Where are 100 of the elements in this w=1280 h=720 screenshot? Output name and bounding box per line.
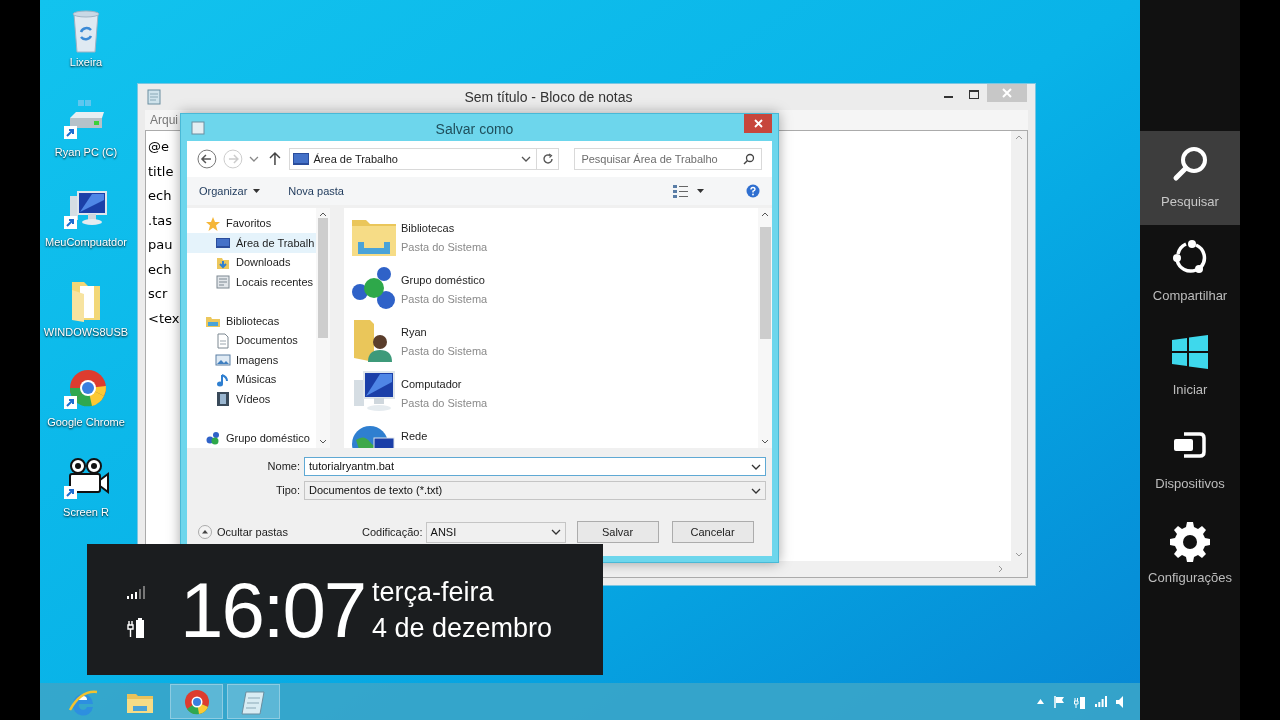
navigation-item[interactable]: Imagens — [187, 350, 316, 370]
scrollbar[interactable] — [316, 208, 330, 448]
search-icon — [743, 153, 755, 165]
battery-icon[interactable] — [1074, 694, 1086, 709]
charm-button[interactable]: Compartilhar — [1140, 225, 1240, 319]
image-icon — [215, 352, 231, 369]
maximize-icon — [969, 89, 979, 99]
collapse-icon — [198, 525, 212, 539]
homegroup-icon[interactable] — [350, 264, 398, 312]
file-type: Pasta do Sistema — [401, 239, 488, 255]
back-icon[interactable] — [197, 149, 217, 169]
field-label: Nome: — [266, 459, 300, 475]
navigation-item[interactable]: Locais recentes — [187, 272, 316, 292]
signal-icon[interactable] — [1095, 696, 1107, 707]
view-options-button[interactable] — [673, 184, 704, 198]
chevron-down-icon — [521, 156, 532, 162]
file-name[interactable]: Ryan — [401, 324, 488, 341]
scroll-down-icon — [1015, 552, 1023, 557]
scrollbar-thumb[interactable] — [318, 218, 328, 338]
file-type: Pasta do Sistema — [401, 343, 488, 359]
dialog-button[interactable]: Cancelar — [671, 521, 754, 543]
settings-icon — [1170, 520, 1210, 563]
clock-day: terça-feira — [372, 574, 553, 609]
forward-icon[interactable] — [222, 149, 243, 169]
text-line: title — [148, 162, 174, 181]
menu-item[interactable]: Arqui — [150, 111, 178, 129]
document-icon — [215, 332, 231, 349]
navigation-item[interactable]: Documentos — [187, 331, 316, 351]
battery-icon — [127, 617, 145, 639]
encoding-dropdown[interactable]: ANSI — [425, 521, 566, 543]
close-button[interactable] — [744, 114, 772, 133]
field-label: Tipo: — [274, 483, 300, 499]
homegroup-icon — [205, 430, 221, 447]
scrollbar[interactable] — [1011, 131, 1027, 561]
scroll-up-icon — [1015, 135, 1023, 140]
notepad-icon — [191, 119, 205, 135]
text-line: <tex — [148, 309, 180, 328]
charm-button[interactable]: Dispositivos — [1140, 413, 1240, 507]
close-icon — [1002, 88, 1012, 98]
window-title: Sem título - Bloco de notas — [463, 87, 634, 107]
navigation-item[interactable]: Favoritos — [187, 214, 316, 234]
field-label: Codificação: — [362, 524, 423, 540]
caret-icon — [697, 189, 704, 193]
recent-places-icon — [215, 274, 231, 291]
scrollbar[interactable] — [758, 208, 772, 448]
speaker-icon[interactable] — [1116, 695, 1124, 708]
navigation-item[interactable]: Área de Trabalh — [187, 233, 316, 253]
taskbar-button[interactable] — [170, 684, 223, 719]
file-name[interactable]: Rede — [401, 428, 428, 445]
address-bar[interactable]: Área de Trabalho — [288, 148, 560, 170]
file-name-field[interactable]: tutorialryantm.bat — [304, 457, 766, 476]
address-text: Área de Trabalho — [313, 151, 399, 167]
file-name[interactable]: Bibliotecas — [401, 220, 488, 237]
toolbar-button[interactable]: Organizar — [199, 182, 261, 200]
file-type: Pasta do Sistema — [401, 291, 488, 307]
clock-time: 16:07 — [180, 570, 367, 649]
scrollbar-thumb[interactable] — [759, 227, 771, 339]
list-view-icon — [673, 184, 689, 198]
refresh-icon — [541, 153, 554, 165]
charm-button[interactable]: Pesquisar — [1140, 131, 1240, 225]
scroll-right-icon — [998, 565, 1003, 573]
recent-locations-icon — [248, 156, 259, 162]
show-hidden-icons-icon[interactable] — [1037, 699, 1044, 704]
clock-date: 4 de dezembro — [372, 611, 553, 645]
text-line: @e — [148, 138, 169, 156]
navigation-item[interactable]: Downloads — [187, 252, 316, 273]
taskbar-button[interactable] — [227, 684, 280, 719]
file-name[interactable]: Grupo doméstico — [401, 272, 488, 289]
file-type-dropdown[interactable]: Documentos de texto (*.txt) — [304, 481, 766, 500]
navigation-item[interactable]: Grupo doméstico — [187, 428, 316, 448]
dialog-button[interactable]: Salvar — [576, 521, 659, 543]
charm-button[interactable]: Configurações — [1140, 507, 1240, 601]
search-field[interactable]: Pesquisar Área de Trabalho — [574, 148, 762, 170]
navigation-item[interactable]: Músicas — [187, 369, 316, 390]
chevron-down-icon — [751, 487, 761, 494]
caret-icon — [253, 189, 261, 193]
monitor-icon — [292, 153, 309, 165]
toolbar-button[interactable]: Nova pasta — [288, 182, 344, 200]
text-line: ech — [148, 187, 172, 205]
scroll-down-icon — [319, 439, 327, 444]
scroll-up-icon — [319, 212, 327, 217]
flag-icon[interactable] — [1053, 695, 1065, 708]
chevron-down-icon — [550, 529, 561, 535]
charm-button[interactable]: Iniciar — [1140, 319, 1240, 413]
navigation-item[interactable]: Vídeos — [187, 389, 316, 409]
text-line: scr — [148, 285, 168, 303]
hide-folders-button[interactable]: Ocultar pastas — [198, 523, 348, 541]
notepad-icon — [146, 89, 162, 105]
file-name[interactable]: Computador — [401, 376, 488, 393]
chevron-down-icon — [751, 463, 761, 470]
text-line: .tas — [148, 211, 172, 230]
close-icon — [753, 119, 763, 128]
up-arrow-icon[interactable] — [268, 152, 281, 166]
navigation-item[interactable]: Bibliotecas — [187, 311, 316, 331]
film-icon — [215, 391, 231, 408]
help-icon[interactable] — [746, 184, 760, 198]
text-line: ech — [148, 260, 172, 279]
minimize-icon — [943, 96, 953, 98]
scroll-up-icon — [761, 212, 769, 217]
dialog-title: Salvar como — [434, 120, 515, 139]
